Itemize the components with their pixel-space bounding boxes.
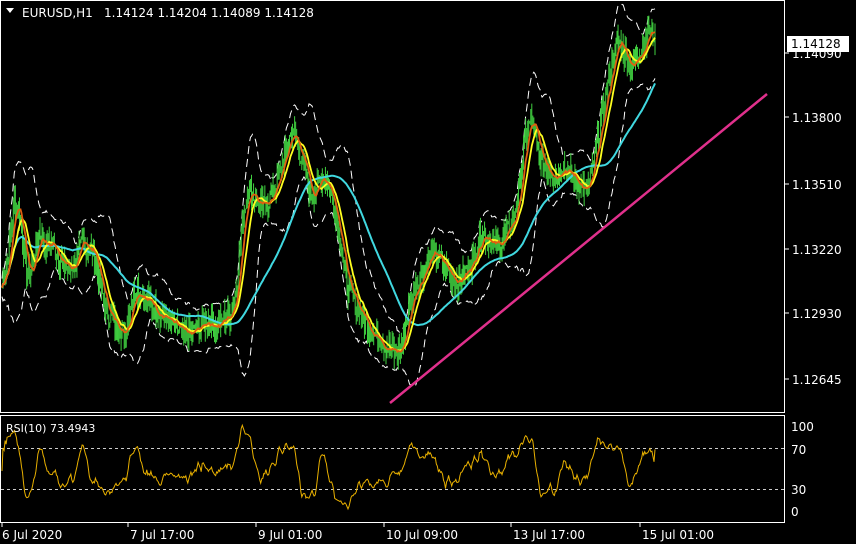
time-axis: 6 Jul 2020 7 Jul 17:00 9 Jul 01:00 10 Ju… xyxy=(1,522,714,542)
time-tick: 13 Jul 17:00 xyxy=(513,528,585,542)
symbol-label: EURUSD,H1 xyxy=(22,6,93,20)
price-axis: 1.14090 1.13800 1.13510 1.13220 1.12930 … xyxy=(785,47,842,387)
price-tick: 1.13510 xyxy=(792,178,842,192)
rsi-level-tick: 30 xyxy=(791,483,806,497)
ma-fast-line xyxy=(1,31,656,354)
time-tick: 10 Jul 09:00 xyxy=(386,528,458,542)
current-price-text: 1.14128 xyxy=(791,37,841,51)
ma-slow-line xyxy=(1,37,656,352)
time-tick: 9 Jul 01:00 xyxy=(258,528,322,542)
time-tick: 15 Jul 01:00 xyxy=(642,528,714,542)
trend-line[interactable] xyxy=(389,93,768,404)
rsi-header-label: RSI(10) 73.4943 xyxy=(6,422,95,435)
time-tick: 6 Jul 2020 xyxy=(2,528,62,542)
rsi-series xyxy=(1,423,656,511)
candles xyxy=(2,15,656,370)
dropdown-triangle-icon[interactable] xyxy=(6,8,14,13)
bollinger-bands xyxy=(1,3,656,388)
price-tick: 1.12645 xyxy=(792,373,842,387)
ohlc-label: 1.14124 1.14204 1.14089 1.14128 xyxy=(104,6,314,20)
price-tick: 1.13800 xyxy=(792,111,842,125)
rsi-level-tick: 70 xyxy=(791,443,806,457)
bollinger-lower-line xyxy=(1,78,656,388)
rsi-level-tick: 0 xyxy=(791,505,799,519)
moving-averages xyxy=(1,31,656,354)
rsi-level-tick: 100 xyxy=(791,420,814,434)
rsi-panel-frame xyxy=(0,415,785,523)
price-tick: 1.12930 xyxy=(792,307,842,321)
rsi-axis: 100 70 30 0 xyxy=(791,420,814,519)
time-tick: 7 Jul 17:00 xyxy=(130,528,194,542)
rsi-line xyxy=(1,423,656,511)
chart-canvas: EURUSD,H1 1.14124 1.14204 1.14089 1.1412… xyxy=(0,0,849,542)
price-tick: 1.13220 xyxy=(792,243,842,257)
